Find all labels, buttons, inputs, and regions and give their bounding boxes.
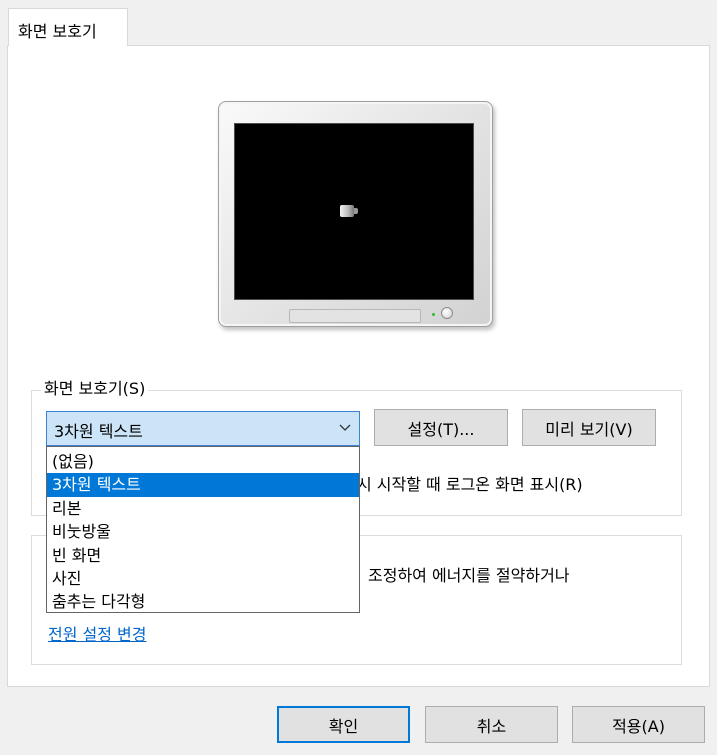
change-power-settings-link[interactable]: 전원 설정 변경 <box>48 621 147 645</box>
preview-screen <box>234 123 474 300</box>
screensaver-group-legend: 화면 보호기(S) <box>41 380 149 398</box>
screensaver-dropdown-list: (없음) 3차원 텍스트 리본 비눗방울 빈 화면 사진 춤추는 다각형 <box>46 446 360 613</box>
3d-text-glyph <box>340 205 358 217</box>
screensaver-select[interactable]: 3차원 텍스트 <box>46 411 360 446</box>
dropdown-option[interactable]: 비눗방울 <box>47 520 359 543</box>
dropdown-option[interactable]: 사진 <box>47 567 359 590</box>
preview-button[interactable]: 미리 보기(V) <box>522 409 656 446</box>
chevron-down-icon <box>339 417 351 441</box>
screensaver-selected-value: 3차원 텍스트 <box>54 422 143 441</box>
dropdown-option[interactable]: (없음) <box>47 450 359 473</box>
power-knob-icon <box>441 307 453 319</box>
power-description: 조정하여 에너지를 절약하거나 <box>368 566 570 585</box>
dropdown-option-selected[interactable]: 3차원 텍스트 <box>47 473 359 497</box>
apply-button[interactable]: 적용(A) <box>572 706 705 743</box>
power-led-icon <box>432 313 435 316</box>
tab-screensaver[interactable]: 화면 보호기 <box>8 8 128 46</box>
monitor-slot <box>289 309 421 323</box>
monitor-preview <box>218 101 493 327</box>
cancel-button[interactable]: 취소 <box>425 706 558 743</box>
dropdown-option[interactable]: 리본 <box>47 497 359 520</box>
settings-button[interactable]: 설정(T)... <box>374 409 508 446</box>
dropdown-option[interactable]: 빈 화면 <box>47 544 359 567</box>
dropdown-option[interactable]: 춤추는 다각형 <box>47 590 359 613</box>
tab-label: 화면 보호기 <box>18 22 97 41</box>
resume-logon-text: 시 시작할 때 로그온 화면 표시(R) <box>357 475 583 494</box>
ok-button[interactable]: 확인 <box>277 706 410 743</box>
